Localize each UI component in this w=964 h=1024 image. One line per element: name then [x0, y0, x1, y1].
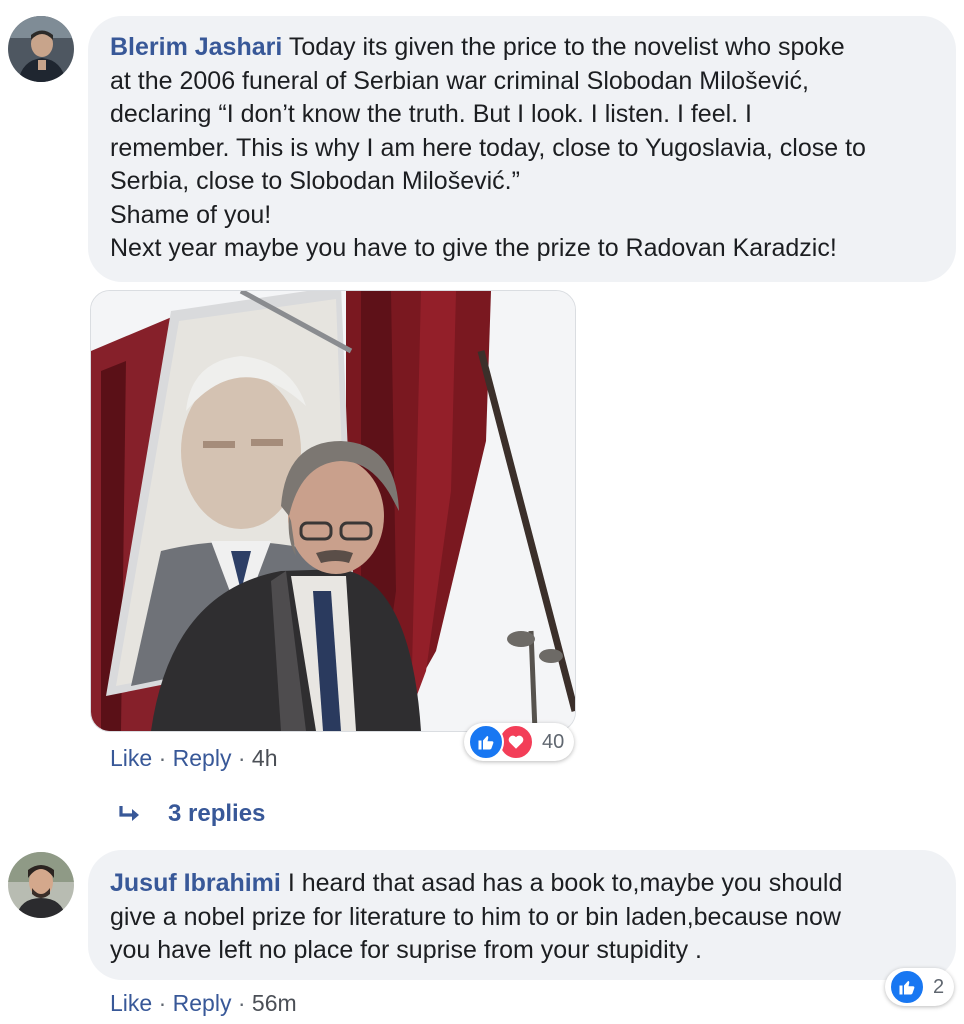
- separator: ·: [237, 990, 246, 1016]
- reaction-summary[interactable]: 2: [885, 968, 955, 1006]
- attached-photo[interactable]: [90, 290, 576, 732]
- comment-author[interactable]: Blerim Jashari: [110, 33, 282, 61]
- view-replies-link[interactable]: 3 replies: [118, 800, 265, 828]
- timestamp[interactable]: 4h: [252, 745, 278, 771]
- reaction-summary[interactable]: 40: [464, 723, 575, 761]
- like-link[interactable]: Like: [110, 990, 152, 1016]
- reaction-count: 2: [933, 975, 945, 998]
- timestamp[interactable]: 56m: [252, 990, 297, 1016]
- thumbs-up-icon: [889, 969, 925, 1005]
- avatar[interactable]: [8, 852, 74, 918]
- replies-label: 3 replies: [168, 800, 266, 827]
- reply-link[interactable]: Reply: [173, 745, 232, 771]
- like-link[interactable]: Like: [110, 745, 152, 771]
- thumbs-up-icon: [468, 724, 504, 760]
- comment-text: Blerim Jashari Today its given the price…: [110, 33, 866, 262]
- avatar[interactable]: [8, 16, 74, 82]
- reaction-count: 40: [542, 730, 565, 753]
- comment-actions: Like · Reply · 4h: [110, 745, 278, 772]
- comment-text: Jusuf Ibrahimi I heard that asad has a b…: [110, 869, 843, 964]
- separator: ·: [158, 990, 167, 1016]
- comment-actions: Like · Reply · 56m: [110, 990, 297, 1017]
- comment-author[interactable]: Jusuf Ibrahimi: [110, 869, 281, 897]
- separator: ·: [158, 745, 167, 771]
- separator: ·: [237, 745, 246, 771]
- reply-link[interactable]: Reply: [173, 990, 232, 1016]
- reply-arrow-icon: [118, 803, 144, 825]
